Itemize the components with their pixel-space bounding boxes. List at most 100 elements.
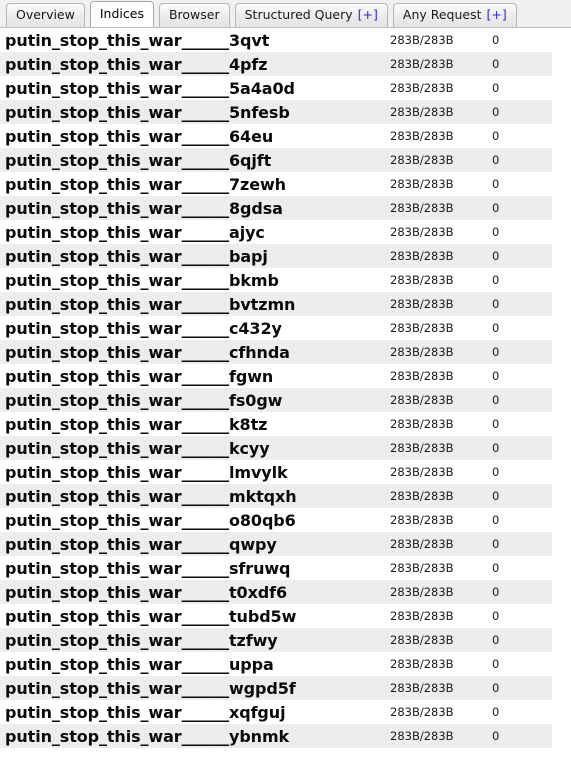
index-name[interactable]: putin_stop_this_war______7zewh <box>0 175 390 194</box>
index-doc-count: 0 <box>492 561 500 575</box>
index-size: 283B/283B <box>390 57 454 71</box>
index-size: 283B/283B <box>390 393 454 407</box>
tab-expand-plus-icon[interactable]: [+] <box>358 9 378 22</box>
index-doc-count: 0 <box>492 441 500 455</box>
table-row[interactable]: putin_stop_this_war______bkmb 283B/283B 0 <box>0 268 571 292</box>
index-doc-count: 0 <box>492 609 500 623</box>
table-row[interactable]: putin_stop_this_war______sfruwq 283B/283B… <box>0 556 571 580</box>
table-row[interactable]: putin_stop_this_war______tzfwy 283B/283B 0 <box>0 628 571 652</box>
index-size: 283B/283B <box>390 321 454 335</box>
table-row[interactable]: putin_stop_this_war______lmvylk 283B/283B… <box>0 460 571 484</box>
table-row[interactable]: putin_stop_this_war______wgpd5f 283B/283B… <box>0 676 571 700</box>
table-row[interactable]: putin_stop_this_war______tubd5w 283B/283B… <box>0 604 571 628</box>
index-size: 283B/283B <box>390 609 454 623</box>
index-size: 283B/283B <box>390 585 454 599</box>
index-doc-count: 0 <box>492 273 500 287</box>
index-name[interactable]: putin_stop_this_war______sfruwq <box>0 559 390 578</box>
tab-expand-plus-icon[interactable]: [+] <box>487 9 507 22</box>
table-row[interactable]: putin_stop_this_war______5nfesb 283B/283B… <box>0 100 571 124</box>
table-row[interactable]: putin_stop_this_war______ajyc 283B/283B 0 <box>0 220 571 244</box>
index-name[interactable]: putin_stop_this_war______k8tz <box>0 415 390 434</box>
index-name[interactable]: putin_stop_this_war______8gdsa <box>0 199 390 218</box>
index-doc-count: 0 <box>492 705 500 719</box>
index-name[interactable]: putin_stop_this_war______c432y <box>0 319 390 338</box>
tab-any-request[interactable]: Any Request [+] <box>392 3 517 27</box>
table-row[interactable]: putin_stop_this_war______4pfz 283B/283B 0 <box>0 52 571 76</box>
table-row[interactable]: putin_stop_this_war______xqfguj 283B/283B… <box>0 700 571 724</box>
index-name[interactable]: putin_stop_this_war______tubd5w <box>0 607 390 626</box>
index-doc-count: 0 <box>492 729 500 743</box>
index-size: 283B/283B <box>390 225 454 239</box>
index-name[interactable]: putin_stop_this_war______wgpd5f <box>0 679 390 698</box>
index-name[interactable]: putin_stop_this_war______64eu <box>0 127 390 146</box>
table-row[interactable]: putin_stop_this_war______uppa 283B/283B 0 <box>0 652 571 676</box>
table-row[interactable]: putin_stop_this_war______7zewh 283B/283B 0 <box>0 172 571 196</box>
index-size: 283B/283B <box>390 33 454 47</box>
index-doc-count: 0 <box>492 297 500 311</box>
table-row[interactable]: putin_stop_this_war______t0xdf6 283B/283B… <box>0 580 571 604</box>
table-row[interactable]: putin_stop_this_war______bapj 283B/283B 0 <box>0 244 571 268</box>
index-size: 283B/283B <box>390 129 454 143</box>
index-doc-count: 0 <box>492 417 500 431</box>
index-size: 283B/283B <box>390 369 454 383</box>
index-size: 283B/283B <box>390 657 454 671</box>
index-name[interactable]: putin_stop_this_war______4pfz <box>0 55 390 74</box>
index-name[interactable]: putin_stop_this_war______qwpy <box>0 535 390 554</box>
index-doc-count: 0 <box>492 33 500 47</box>
tab-bar-filler <box>546 0 571 27</box>
index-name[interactable]: putin_stop_this_war______fs0gw <box>0 391 390 410</box>
tab-structured-query[interactable]: Structured Query [+] <box>234 3 388 27</box>
index-name[interactable]: putin_stop_this_war______fgwn <box>0 367 390 386</box>
index-name[interactable]: putin_stop_this_war______o80qb6 <box>0 511 390 530</box>
index-name[interactable]: putin_stop_this_war______bvtzmn <box>0 295 390 314</box>
tab-browser[interactable]: Browser <box>158 3 230 27</box>
index-name[interactable]: putin_stop_this_war______xqfguj <box>0 703 390 722</box>
table-row[interactable]: putin_stop_this_war______qwpy 283B/283B 0 <box>0 532 571 556</box>
index-size: 283B/283B <box>390 105 454 119</box>
tab-label: Browser <box>168 7 220 23</box>
index-name[interactable]: putin_stop_this_war______mktqxh <box>0 487 390 506</box>
table-row[interactable]: putin_stop_this_war______mktqxh 283B/283B… <box>0 484 571 508</box>
table-row[interactable]: putin_stop_this_war______ybnmk 283B/283B 0 <box>0 724 571 748</box>
index-name[interactable]: putin_stop_this_war______5nfesb <box>0 103 390 122</box>
table-row[interactable]: putin_stop_this_war______8gdsa 283B/283B 0 <box>0 196 571 220</box>
table-row[interactable]: putin_stop_this_war______kcyy 283B/283B 0 <box>0 436 571 460</box>
tab-bar: Overview Indices Browser Structured Query [+… <box>0 0 571 28</box>
table-row[interactable]: putin_stop_this_war______bvtzmn 283B/283B… <box>0 292 571 316</box>
index-name[interactable]: putin_stop_this_war______bapj <box>0 247 390 266</box>
index-name[interactable]: putin_stop_this_war______lmvylk <box>0 463 390 482</box>
index-name[interactable]: putin_stop_this_war______3qvt <box>0 31 390 50</box>
index-size: 283B/283B <box>390 489 454 503</box>
tab-overview[interactable]: Overview <box>6 3 85 27</box>
index-size: 283B/283B <box>390 633 454 647</box>
index-size: 283B/283B <box>390 273 454 287</box>
index-doc-count: 0 <box>492 81 500 95</box>
table-row[interactable]: putin_stop_this_war______o80qb6 283B/283B… <box>0 508 571 532</box>
table-row[interactable]: putin_stop_this_war______cfhnda 283B/283B… <box>0 340 571 364</box>
index-name[interactable]: putin_stop_this_war______ybnmk <box>0 727 390 746</box>
index-name[interactable]: putin_stop_this_war______bkmb <box>0 271 390 290</box>
index-name[interactable]: putin_stop_this_war______cfhnda <box>0 343 390 362</box>
index-doc-count: 0 <box>492 201 500 215</box>
index-size: 283B/283B <box>390 249 454 263</box>
index-doc-count: 0 <box>492 537 500 551</box>
index-name[interactable]: putin_stop_this_war______5a4a0d <box>0 79 390 98</box>
index-name[interactable]: putin_stop_this_war______kcyy <box>0 439 390 458</box>
tab-indices[interactable]: Indices <box>89 1 154 27</box>
index-name[interactable]: putin_stop_this_war______t0xdf6 <box>0 583 390 602</box>
table-row[interactable]: putin_stop_this_war______fs0gw 283B/283B 0 <box>0 388 571 412</box>
table-row[interactable]: putin_stop_this_war______c432y 283B/283B 0 <box>0 316 571 340</box>
index-name[interactable]: putin_stop_this_war______6qjft <box>0 151 390 170</box>
table-row[interactable]: putin_stop_this_war______6qjft 283B/283B 0 <box>0 148 571 172</box>
indices-table: putin_stop_this_war______3qvt 283B/283B 0 p… <box>0 28 571 748</box>
index-name[interactable]: putin_stop_this_war______tzfwy <box>0 631 390 650</box>
table-row[interactable]: putin_stop_this_war______fgwn 283B/283B 0 <box>0 364 571 388</box>
table-row[interactable]: putin_stop_this_war______64eu 283B/283B 0 <box>0 124 571 148</box>
index-name[interactable]: putin_stop_this_war______ajyc <box>0 223 390 242</box>
index-size: 283B/283B <box>390 153 454 167</box>
index-size: 283B/283B <box>390 513 454 527</box>
table-row[interactable]: putin_stop_this_war______3qvt 283B/283B 0 <box>0 28 571 52</box>
table-row[interactable]: putin_stop_this_war______k8tz 283B/283B 0 <box>0 412 571 436</box>
table-row[interactable]: putin_stop_this_war______5a4a0d 283B/283B… <box>0 76 571 100</box>
index-name[interactable]: putin_stop_this_war______uppa <box>0 655 390 674</box>
